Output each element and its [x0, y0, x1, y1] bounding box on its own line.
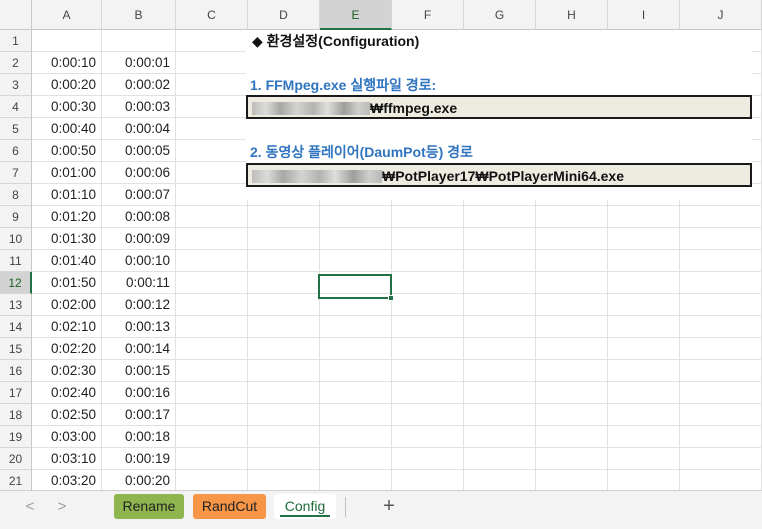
cell-b9[interactable]: 0:00:08 — [102, 206, 176, 228]
column-header-a[interactable]: A — [32, 0, 102, 30]
cell-b16[interactable]: 0:00:15 — [102, 360, 176, 382]
cell-a1[interactable] — [32, 30, 102, 52]
cell-b19[interactable]: 0:00:18 — [102, 426, 176, 448]
cell-b15[interactable]: 0:00:14 — [102, 338, 176, 360]
cell-a15[interactable]: 0:02:20 — [32, 338, 102, 360]
column-header-d[interactable]: D — [248, 0, 320, 30]
row-header-7[interactable]: 7 — [0, 162, 32, 184]
cell-b7[interactable]: 0:00:06 — [102, 162, 176, 184]
cell-a10[interactable]: 0:01:30 — [32, 228, 102, 250]
row-header-9[interactable]: 9 — [0, 206, 32, 228]
row-header-12[interactable]: 12 — [0, 272, 32, 294]
cell-a17[interactable]: 0:02:40 — [32, 382, 102, 404]
spreadsheet-grid[interactable]: ABCDEFGHIJ 1 2 3 4 5 6 7 8 9 10 11 12 13 14 15 16 17 18 19… — [0, 0, 762, 490]
cell-a4[interactable]: 0:00:30 — [32, 96, 102, 118]
player-label: 2. 동영상 플레이어(DaumPot등) 경로 — [250, 144, 473, 160]
cell-a20[interactable]: 0:03:10 — [32, 448, 102, 470]
cell-b8[interactable]: 0:00:07 — [102, 184, 176, 206]
status-bar — [0, 522, 762, 529]
cell-b18[interactable]: 0:00:17 — [102, 404, 176, 426]
cell-a3[interactable]: 0:00:20 — [32, 74, 102, 96]
cell-b14[interactable]: 0:00:13 — [102, 316, 176, 338]
selected-cell-e12[interactable] — [318, 274, 392, 299]
cell-a8[interactable]: 0:01:10 — [32, 184, 102, 206]
row-header-18[interactable]: 18 — [0, 404, 32, 426]
column-header-h[interactable]: H — [536, 0, 608, 30]
row-header-14[interactable]: 14 — [0, 316, 32, 338]
cell-a19[interactable]: 0:03:00 — [32, 426, 102, 448]
row-header-17[interactable]: 17 — [0, 382, 32, 404]
row-header-6[interactable]: 6 — [0, 140, 32, 162]
column-header-g[interactable]: G — [464, 0, 536, 30]
column-header-i[interactable]: I — [608, 0, 680, 30]
cell-b21[interactable]: 0:00:20 — [102, 470, 176, 490]
cell-b6[interactable]: 0:00:05 — [102, 140, 176, 162]
tab-rename[interactable]: Rename — [114, 494, 184, 519]
ffmpeg-path-suffix: ₩ffmpeg.exe — [370, 100, 458, 116]
cell-a9[interactable]: 0:01:20 — [32, 206, 102, 228]
cell-b11[interactable]: 0:00:10 — [102, 250, 176, 272]
row-header-3[interactable]: 3 — [0, 74, 32, 96]
cell-a6[interactable]: 0:00:50 — [32, 140, 102, 162]
row-header-4[interactable]: 4 — [0, 96, 32, 118]
ffmpeg-path-cell[interactable]: ₩ffmpeg.exe — [246, 95, 752, 119]
row-header-5[interactable]: 5 — [0, 118, 32, 140]
tab-config-label: Config — [284, 498, 326, 514]
config-title: ◆ 환경설정(Configuration) — [252, 33, 420, 49]
row-header-16[interactable]: 16 — [0, 360, 32, 382]
row-header-21[interactable]: 21 — [0, 470, 32, 490]
column-header-c[interactable]: C — [176, 0, 248, 30]
cell-b2[interactable]: 0:00:01 — [102, 52, 176, 74]
row-header-2[interactable]: 2 — [0, 52, 32, 74]
redacted-path-blur — [252, 102, 370, 115]
tab-randcut[interactable]: RandCut — [193, 494, 266, 519]
sheet-tab-bar: < > Rename RandCut Config + — [0, 490, 762, 522]
cell-a2[interactable]: 0:00:10 — [32, 52, 102, 74]
tab-config[interactable]: Config — [274, 494, 336, 519]
row-header-19[interactable]: 19 — [0, 426, 32, 448]
cell-a21[interactable]: 0:03:20 — [32, 470, 102, 490]
column-header-b[interactable]: B — [102, 0, 176, 30]
cell-a18[interactable]: 0:02:50 — [32, 404, 102, 426]
cell-b17[interactable]: 0:00:16 — [102, 382, 176, 404]
cell-a12[interactable]: 0:01:50 — [32, 272, 102, 294]
ffmpeg-label: 1. FFMpeg.exe 실행파일 경로: — [250, 77, 437, 93]
row-header-1[interactable]: 1 — [0, 30, 32, 52]
next-sheet-arrow[interactable]: > — [52, 498, 72, 516]
player-path-suffix: ₩PotPlayer17₩PotPlayerMini64.exe — [382, 168, 624, 184]
add-sheet-button[interactable]: + — [378, 495, 400, 517]
active-tab-underline — [280, 515, 330, 517]
player-path-cell[interactable]: ₩PotPlayer17₩PotPlayerMini64.exe — [246, 163, 752, 187]
column-header-e[interactable]: E — [320, 0, 392, 30]
cell-a7[interactable]: 0:01:00 — [32, 162, 102, 184]
cell-a11[interactable]: 0:01:40 — [32, 250, 102, 272]
prev-sheet-arrow[interactable]: < — [20, 498, 40, 516]
cell-b3[interactable]: 0:00:02 — [102, 74, 176, 96]
redacted-path-blur — [252, 170, 382, 183]
tab-separator — [345, 497, 346, 517]
fill-handle[interactable] — [388, 295, 394, 301]
cell-b10[interactable]: 0:00:09 — [102, 228, 176, 250]
cell-a5[interactable]: 0:00:40 — [32, 118, 102, 140]
cell-b1[interactable] — [102, 30, 176, 52]
row-header-13[interactable]: 13 — [0, 294, 32, 316]
column-header-f[interactable]: F — [392, 0, 464, 30]
row-header-8[interactable]: 8 — [0, 184, 32, 206]
select-all-corner[interactable] — [0, 0, 32, 30]
cell-b13[interactable]: 0:00:12 — [102, 294, 176, 316]
cell-b5[interactable]: 0:00:04 — [102, 118, 176, 140]
row-header-15[interactable]: 15 — [0, 338, 32, 360]
column-header-j[interactable]: J — [680, 0, 762, 30]
row-header-11[interactable]: 11 — [0, 250, 32, 272]
row-header-20[interactable]: 20 — [0, 448, 32, 470]
row-header-10[interactable]: 10 — [0, 228, 32, 250]
cell-a14[interactable]: 0:02:10 — [32, 316, 102, 338]
cell-b4[interactable]: 0:00:03 — [102, 96, 176, 118]
cell-b12[interactable]: 0:00:11 — [102, 272, 176, 294]
cell-a16[interactable]: 0:02:30 — [32, 360, 102, 382]
cell-b20[interactable]: 0:00:19 — [102, 448, 176, 470]
cell-a13[interactable]: 0:02:00 — [32, 294, 102, 316]
